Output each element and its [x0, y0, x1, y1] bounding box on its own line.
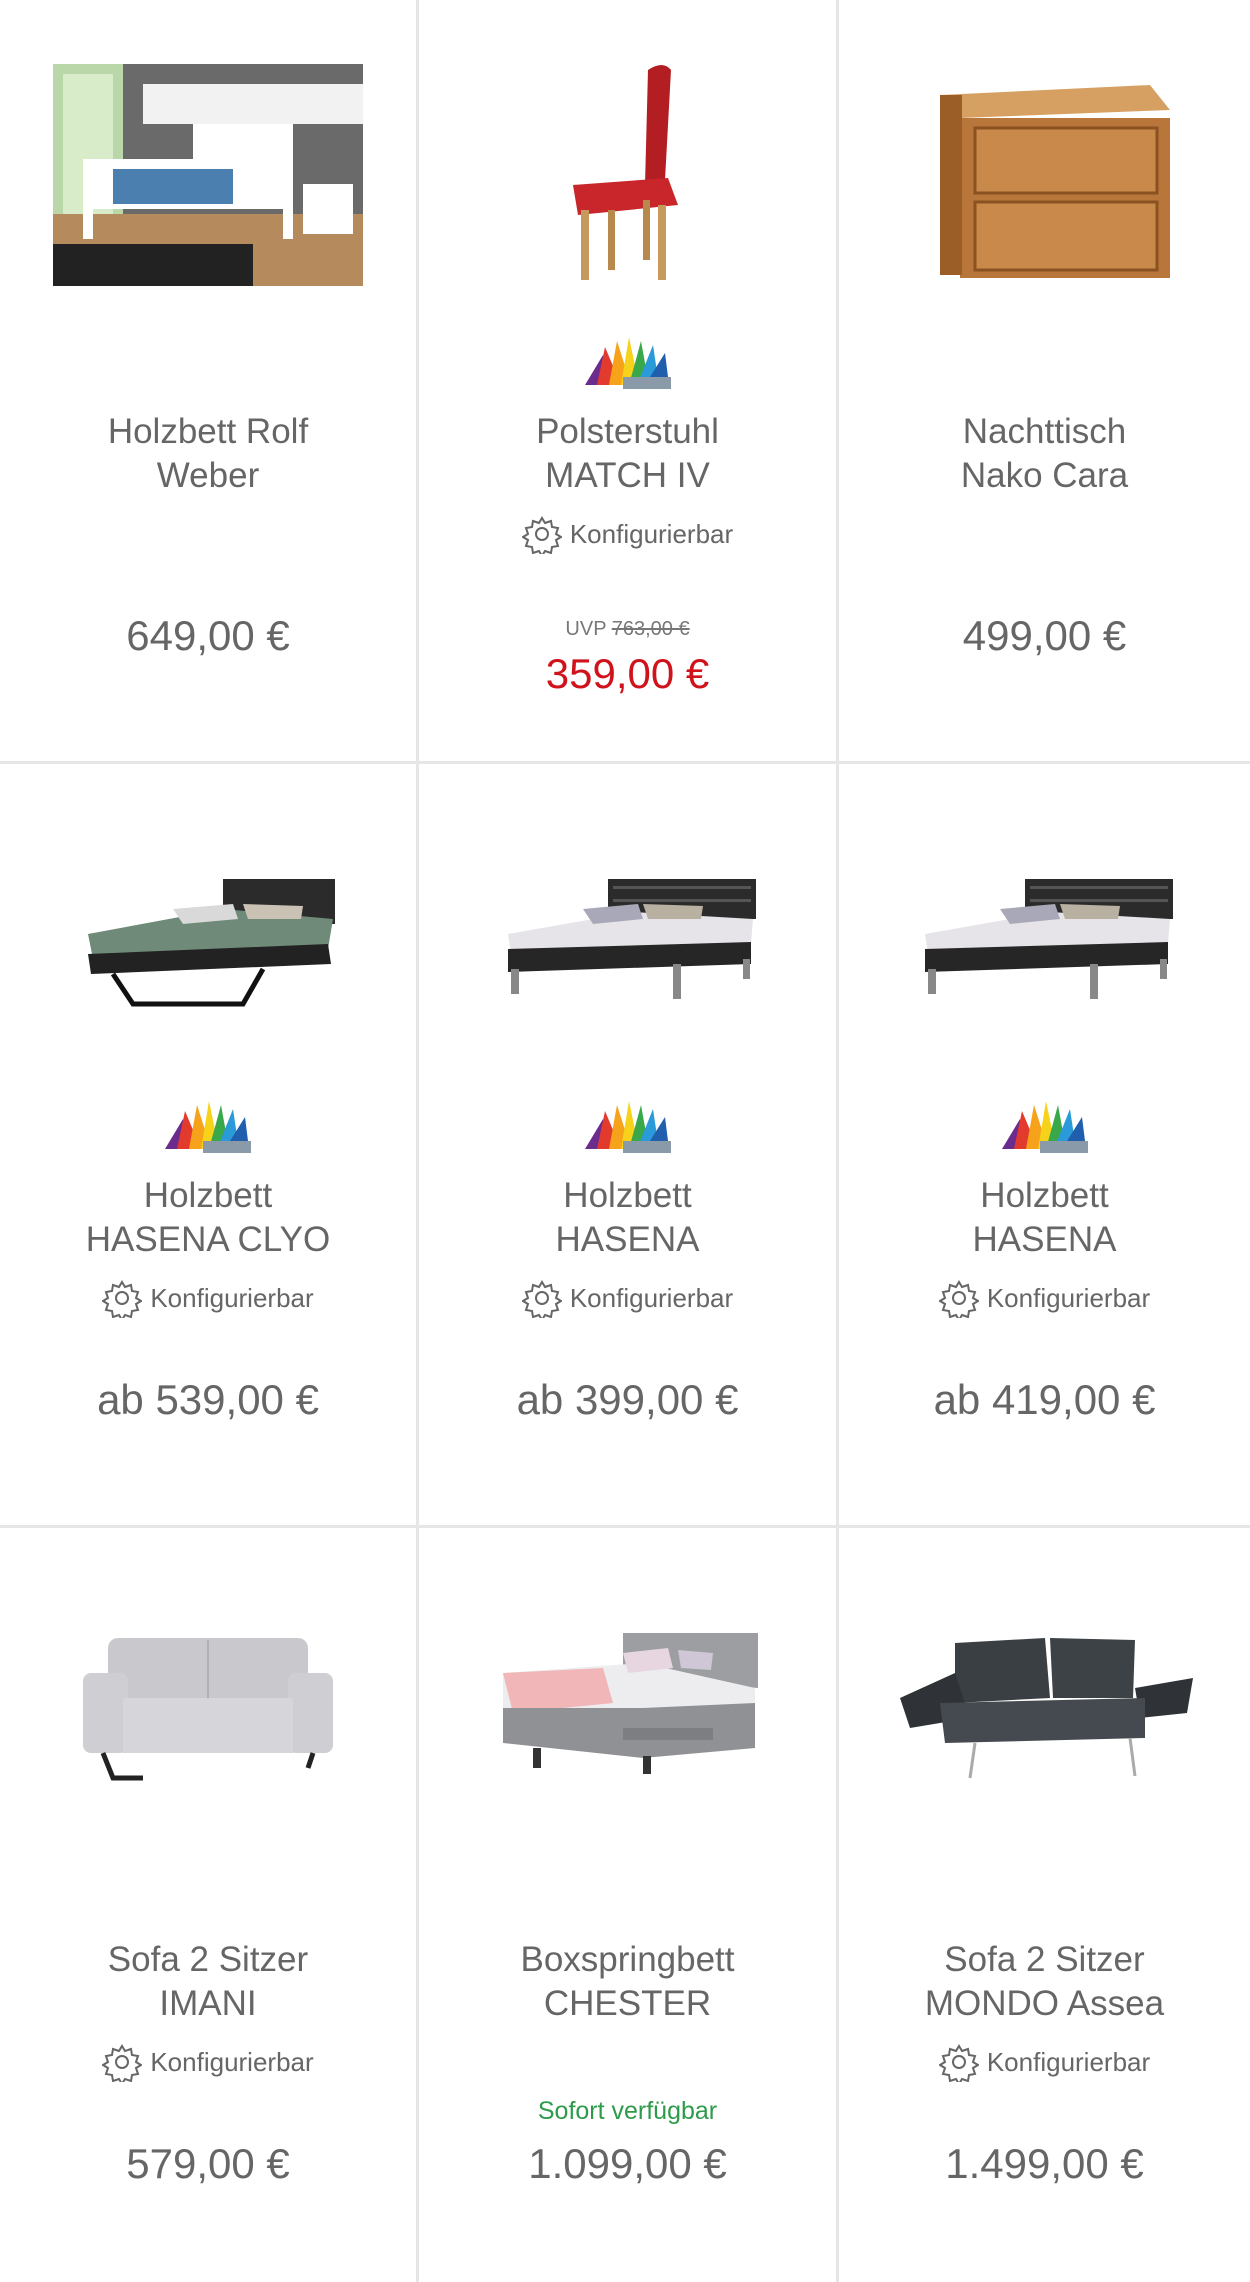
configurable-badge: Konfigurierbar — [0, 1278, 416, 1318]
product-card[interactable]: Sofa 2 Sitzer MONDO Assea Konfigurierbar… — [839, 1528, 1250, 2282]
product-price: 1.499,00 € — [945, 2140, 1144, 2187]
product-card[interactable]: Holzbett HASENA CLYO Konfigurierbar ab 5… — [0, 764, 419, 1528]
gear-icon — [102, 2044, 143, 2082]
product-title[interactable]: Polsterstuhl MATCH IV — [429, 410, 826, 498]
grey-sofa-photo-image — [83, 1638, 333, 1781]
product-card[interactable]: Nachttisch Nako Cara 499,00 € — [839, 0, 1250, 764]
product-price: 579,00 € — [126, 2140, 290, 2187]
color-swatch-icon — [165, 1101, 251, 1153]
product-image[interactable] — [0, 40, 416, 310]
gear-icon — [938, 1280, 979, 1318]
product-title[interactable]: Nachttisch Nako Cara — [849, 410, 1240, 498]
product-image[interactable] — [419, 40, 836, 310]
color-swatch-icon — [584, 337, 671, 389]
product-title[interactable]: Boxspringbett CHESTER — [429, 1938, 826, 2026]
product-card[interactable]: Boxspringbett CHESTER Sofort verfügbar 1… — [419, 1528, 839, 2282]
product-title[interactable]: Holzbett HASENA CLYO — [10, 1174, 406, 1262]
product-image[interactable] — [839, 804, 1250, 1074]
sale-price: 359,00 € — [545, 650, 710, 697]
product-image[interactable] — [0, 1568, 416, 1838]
product-title[interactable]: Holzbett HASENA — [849, 1174, 1240, 1262]
product-card[interactable]: Holzbett HASENA Konfigurierbar ab 419,00… — [839, 764, 1250, 1528]
product-title[interactable]: Sofa 2 Sitzer IMANI — [10, 1938, 406, 2026]
product-card[interactable]: Holzbett HASENA Konfigurierbar ab 399,00… — [419, 764, 839, 1528]
product-price: 499,00 € — [962, 612, 1127, 659]
red-chair-photo-image — [572, 65, 678, 280]
black-bed-photo-image — [924, 879, 1173, 999]
gear-icon — [102, 1280, 143, 1318]
product-card[interactable]: Polsterstuhl MATCH IV Konfigurierbar UVP… — [419, 0, 839, 764]
product-grid: Holzbett Rolf Weber 649,00 € Polsterstuh… — [0, 0, 1250, 2282]
product-image[interactable] — [419, 804, 836, 1074]
product-image[interactable] — [0, 804, 416, 1074]
color-swatch-icon — [584, 1101, 671, 1153]
gear-icon — [521, 516, 562, 554]
nightstand-photo-image — [939, 85, 1170, 278]
bed-photo-image — [53, 64, 363, 286]
product-price: 649,00 € — [126, 612, 290, 659]
configurable-badge: Konfigurierbar — [0, 2042, 416, 2082]
color-swatch-icon — [1001, 1101, 1088, 1153]
dark-sofa-photo-image — [899, 1638, 1193, 1779]
product-title[interactable]: Sofa 2 Sitzer MONDO Assea — [849, 1938, 1240, 2026]
black-bed-photo-image — [88, 879, 335, 1007]
product-card[interactable]: Sofa 2 Sitzer IMANI Konfigurierbar 579,0… — [0, 1528, 419, 2282]
product-image[interactable] — [419, 1568, 836, 1838]
product-price: ab 539,00 € — [97, 1376, 319, 1423]
configurable-badge: Konfigurierbar — [419, 514, 836, 554]
product-title[interactable]: Holzbett HASENA — [429, 1174, 826, 1262]
configurable-badge: Konfigurierbar — [839, 1278, 1250, 1318]
product-title[interactable]: Holzbett Rolf Weber — [10, 410, 406, 498]
availability-status: Sofort verfügbar — [537, 2097, 718, 2125]
boxspring-bed-photo-image — [502, 1633, 758, 1774]
configurable-badge: Konfigurierbar — [419, 1278, 836, 1318]
uvp-price: UVP 763,00 € — [565, 618, 690, 640]
product-image[interactable] — [839, 1568, 1250, 1838]
gear-icon — [521, 1280, 562, 1318]
gear-icon — [938, 2044, 979, 2082]
product-card[interactable]: Holzbett Rolf Weber 649,00 € — [0, 0, 419, 764]
product-price: ab 399,00 € — [516, 1376, 739, 1423]
product-price: 1.099,00 € — [528, 2140, 727, 2187]
product-price: ab 419,00 € — [933, 1376, 1156, 1423]
black-bed-photo-image — [507, 879, 756, 999]
product-image[interactable] — [839, 40, 1250, 310]
configurable-badge: Konfigurierbar — [839, 2042, 1250, 2082]
